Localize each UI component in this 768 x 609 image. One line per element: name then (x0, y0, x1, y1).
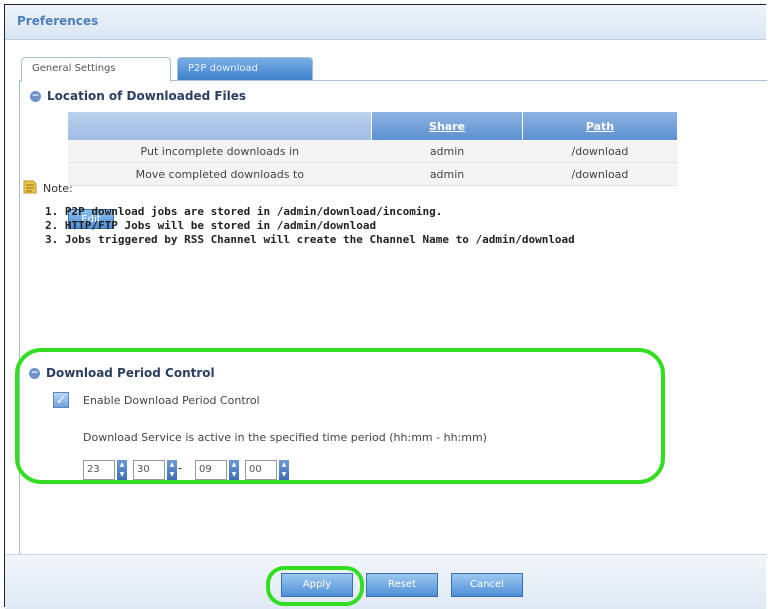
table-row: Put incomplete downloads in admin /downl… (68, 140, 678, 163)
settings-panel: − Location of Downloaded Files Share Path… (19, 80, 767, 558)
table-row: Move completed downloads to admin /downl… (68, 162, 678, 186)
table-header-row: Share Path (68, 112, 679, 140)
location-section-title: Location of Downloaded Files (47, 89, 247, 103)
location-table: Share Path Put incomplete downloads in a… (68, 112, 679, 186)
reset-button[interactable]: Reset (366, 573, 438, 597)
cancel-button[interactable]: Cancel (451, 573, 523, 597)
row-share: admin (371, 140, 523, 163)
row-share: admin (371, 162, 523, 186)
path-header-label[interactable]: Path (586, 120, 614, 133)
share-header-label[interactable]: Share (429, 120, 465, 133)
note-line: 1. P2P download jobs are stored in /admi… (45, 205, 443, 218)
note-line: 3. Jobs triggered by RSS Channel will cr… (45, 233, 575, 246)
column-header-path[interactable]: Path (522, 112, 679, 140)
note-line: 2. HTTP/FTP Jobs will be stored in /admi… (45, 219, 377, 232)
apply-highlight (266, 566, 364, 606)
preferences-window: Preferences General Settings P2P downloa… (4, 4, 767, 609)
column-header-blank (68, 112, 373, 140)
row-label: Move completed downloads to (68, 162, 372, 186)
note-list: 1. P2P download jobs are stored in /admi… (45, 205, 575, 247)
note-label: Note: (43, 182, 73, 195)
location-section-header: − Location of Downloaded Files (30, 89, 246, 103)
period-highlight (15, 348, 665, 484)
row-label: Put incomplete downloads in (68, 140, 372, 163)
tab-general-settings[interactable]: General Settings (21, 57, 171, 82)
row-path: /download (522, 162, 678, 186)
note-icon (23, 180, 37, 194)
row-path: /download (522, 140, 678, 163)
tab-p2p-download[interactable]: P2P download (177, 57, 313, 80)
column-header-share[interactable]: Share (371, 112, 523, 140)
title-bar: Preferences (5, 5, 766, 40)
collapse-icon[interactable]: − (30, 91, 41, 102)
window-title: Preferences (17, 14, 99, 28)
